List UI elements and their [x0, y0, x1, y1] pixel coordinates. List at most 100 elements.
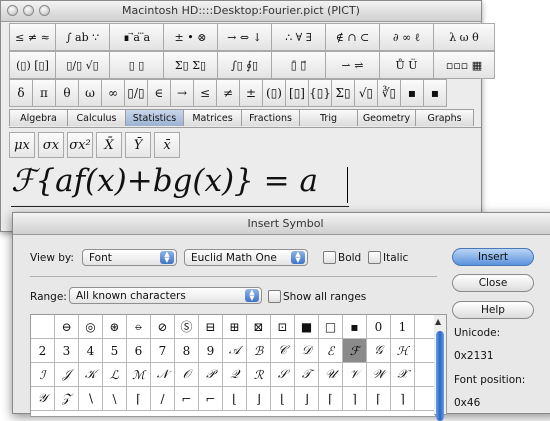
symbol-cell[interactable]: ℒ [103, 363, 127, 386]
palette-plus-minus-button[interactable]: ± [239, 79, 263, 107]
palette-sum-button[interactable]: Σ▯ [331, 79, 355, 107]
x-bar-upper-button[interactable]: X̄ [96, 132, 122, 158]
palette-scripts-button[interactable]: ▯ ▯ [109, 51, 164, 79]
symbol-cell[interactable]: ■ [295, 315, 319, 338]
symbol-cell[interactable]: 9 [199, 339, 223, 362]
palette-infinity-button[interactable]: ∞ [101, 79, 125, 107]
bold-checkbox[interactable] [323, 251, 336, 264]
symbol-cell[interactable]: 𝒥 [55, 363, 79, 386]
variance-x-button[interactable]: σx² [67, 132, 93, 158]
palette-labeled-arrows-button[interactable]: ⇀ ⇌ [325, 51, 380, 79]
symbol-cell[interactable]: 𝒫 [199, 363, 223, 386]
symbol-cell[interactable]: 𝒯 [295, 363, 319, 386]
symbol-cell[interactable]: ⌊ [271, 387, 295, 410]
scroll-thumb[interactable] [436, 331, 444, 421]
palette-sqrt-button[interactable]: √▯ [354, 79, 378, 107]
symbol-cell[interactable]: ⊛ [103, 315, 127, 338]
tab-graphs[interactable]: Graphs [415, 109, 474, 126]
symbol-cell[interactable]: ℐ [31, 363, 55, 386]
symbol-cell[interactable]: ⌈ [367, 387, 391, 410]
symbol-cell[interactable]: 𝒦 [79, 363, 103, 386]
symbol-cell[interactable]: ⌋ [295, 387, 319, 410]
symbol-cell[interactable]: 1 [391, 315, 415, 338]
symbol-cell[interactable]: 4 [79, 339, 103, 362]
tab-calculus[interactable]: Calculus [67, 109, 126, 126]
palette-spaces-button[interactable]: ∫ ab ∵ [55, 23, 110, 51]
palette-superscript-button[interactable]: ▪ [423, 79, 447, 107]
symbol-cell[interactable]: 0 [367, 315, 391, 338]
symbol-cell[interactable]: 𝒢 [367, 339, 391, 362]
symbol-cell[interactable]: 𝒴 [31, 387, 55, 410]
symbol-cell[interactable]: 5 [103, 339, 127, 362]
x-bar-lower-button[interactable]: x̄ [154, 132, 180, 158]
show-all-ranges-checkbox[interactable] [268, 290, 281, 303]
palette-not-equal-button[interactable]: ≠ [216, 79, 240, 107]
symbol-cell[interactable]: 𝒮 [271, 363, 295, 386]
close-button[interactable]: Close [452, 274, 534, 292]
symbol-cell[interactable]: ℋ [391, 339, 415, 362]
palette-operators-button[interactable]: ± • ⊗ [163, 23, 218, 51]
palette-nth-root-button[interactable]: ∛▯ [377, 79, 401, 107]
symbol-cell[interactable]: ⦵ [127, 315, 151, 338]
palette-logic-button[interactable]: ∴ ∀ ∃ [271, 23, 326, 51]
symbol-cell[interactable]: 𝒱 [343, 363, 367, 386]
symbol-cell[interactable]: ⊘ [151, 315, 175, 338]
symbol-cell[interactable]: ▪ [343, 315, 367, 338]
palette-subscript-button[interactable]: ▪ [400, 79, 424, 107]
tab-matrices[interactable]: Matrices [183, 109, 242, 126]
mean-x-button[interactable]: μx [9, 132, 35, 158]
palette-matrices-button[interactable]: ▫▫▫ ▦ [433, 51, 495, 79]
palette-arrow-button[interactable]: → [170, 79, 194, 107]
symbol-cell[interactable]: 8 [175, 339, 199, 362]
symbol-cell-selected[interactable]: ℱ [343, 339, 367, 362]
symbol-cell[interactable]: ℬ [247, 339, 271, 362]
palette-fences-button[interactable]: (▯) [▯] [9, 51, 56, 79]
symbol-cell[interactable]: ⌊ [223, 387, 247, 410]
palette-brackets-button[interactable]: [▯] [285, 79, 309, 107]
symbol-cell[interactable]: 7 [151, 339, 175, 362]
symbol-cell[interactable]: ℰ [319, 339, 343, 362]
palette-pi-button[interactable]: π [32, 79, 56, 107]
main-window-titlebar[interactable]: Macintosh HD::::Desktop:Fourier.pict (PI… [1, 1, 481, 22]
symbol-cell[interactable]: 2 [31, 339, 55, 362]
palette-theta-button[interactable]: θ [55, 79, 79, 107]
insert-button[interactable]: Insert [452, 248, 534, 266]
range-popup[interactable]: All known characters ▲ ▼ [69, 287, 262, 304]
palette-products-button[interactable]: Ů Ü [379, 51, 434, 79]
symbol-cell[interactable]: ⌐ [175, 387, 199, 410]
symbol-cell[interactable]: ℛ [247, 363, 271, 386]
sigma-x-button[interactable]: σx [38, 132, 64, 158]
palette-misc-button[interactable]: ∂ ∞ ℓ [379, 23, 434, 51]
tab-algebra[interactable]: Algebra [9, 109, 68, 126]
symbol-cell[interactable] [31, 315, 55, 338]
palette-braces-button[interactable]: {▯} [308, 79, 332, 107]
symbol-cell[interactable]: ⌈ [319, 387, 343, 410]
symbol-cell[interactable]: 𝒪 [175, 363, 199, 386]
palette-integrals-button[interactable]: ∫▯ ∮▯ [217, 51, 272, 79]
palette-omega-button[interactable]: ω [78, 79, 102, 107]
font-popup[interactable]: Euclid Math One ▲ ▼ [184, 249, 308, 266]
view-by-popup[interactable]: Font ▲ ▼ [82, 249, 177, 266]
symbol-cell[interactable]: ⊠ [247, 315, 271, 338]
symbol-cell[interactable]: ⌈ [127, 387, 151, 410]
symbol-cell[interactable]: □ [319, 315, 343, 338]
dialog-titlebar[interactable]: Insert Symbol [13, 213, 550, 235]
tab-fractions[interactable]: Fractions [241, 109, 300, 126]
palette-delta-button[interactable]: δ [9, 79, 33, 107]
palette-sets-button[interactable]: ∉ ∩ ⊂ [325, 23, 380, 51]
y-bar-upper-button[interactable]: Ȳ [125, 132, 151, 158]
symbol-cell[interactable]: Ⓢ [175, 315, 199, 338]
symbol-cell[interactable]: 𝒟 [295, 339, 319, 362]
palette-fraction-button[interactable]: ▯/▯ [124, 79, 148, 107]
palette-element-of-button[interactable]: ∈ [147, 79, 171, 107]
symbol-cell[interactable]: ⊞ [223, 315, 247, 338]
palette-less-equal-button[interactable]: ≤ [193, 79, 217, 107]
palette-parens-button[interactable]: (▯) [262, 79, 286, 107]
symbol-cell[interactable]: 𝒲 [367, 363, 391, 386]
scroll-up-arrow-icon[interactable]: ▲ [435, 317, 441, 326]
symbol-cell[interactable]: ⊟ [199, 315, 223, 338]
symbol-cell[interactable]: ℳ [127, 363, 151, 386]
symbol-cell[interactable]: / [151, 387, 175, 410]
symbol-cell[interactable]: \ [103, 387, 127, 410]
symbol-cell[interactable]: ⌋ [247, 387, 271, 410]
